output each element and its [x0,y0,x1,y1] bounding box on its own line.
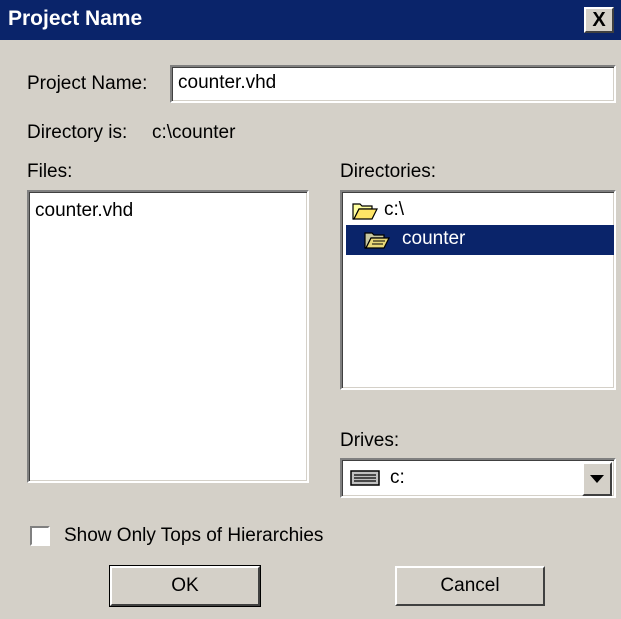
directories-list[interactable]: c:\ counter [340,190,616,390]
drives-dropdown-button[interactable] [582,462,612,496]
cancel-button-label: Cancel [440,575,500,596]
open-folder-icon [352,203,378,220]
project-name-input[interactable]: counter.vhd [170,65,616,103]
drive-icon [350,470,380,486]
window-title: Project Name [8,7,143,30]
drives-value: c: [390,467,405,488]
list-item[interactable]: counter.vhd [35,200,133,222]
project-name-value: counter.vhd [178,72,277,93]
directory-item-label: c:\ [384,199,405,220]
ok-button[interactable]: OK [109,565,261,607]
directory-label: Directory is: [27,122,128,143]
directories-label: Directories: [340,161,437,182]
drives-select[interactable]: c: [340,458,616,498]
directory-item-label: counter [402,228,466,249]
files-list[interactable]: counter.vhd [27,190,309,483]
close-icon: X [592,9,606,31]
show-only-tops-checkbox[interactable] [30,526,50,546]
chevron-down-icon [590,475,604,483]
drives-label: Drives: [340,430,400,451]
ok-button-label: OK [171,575,199,596]
directory-path: c:\counter [152,122,236,143]
cancel-button[interactable]: Cancel [395,566,545,606]
project-name-label: Project Name: [27,73,148,94]
directory-item-counter[interactable]: counter [346,225,614,255]
show-only-tops-label[interactable]: Show Only Tops of Hierarchies [64,525,323,547]
title-bar[interactable]: Project Name X [0,0,621,41]
close-button[interactable]: X [584,7,614,33]
files-label: Files: [27,161,73,182]
open-folder-icon [364,232,390,249]
